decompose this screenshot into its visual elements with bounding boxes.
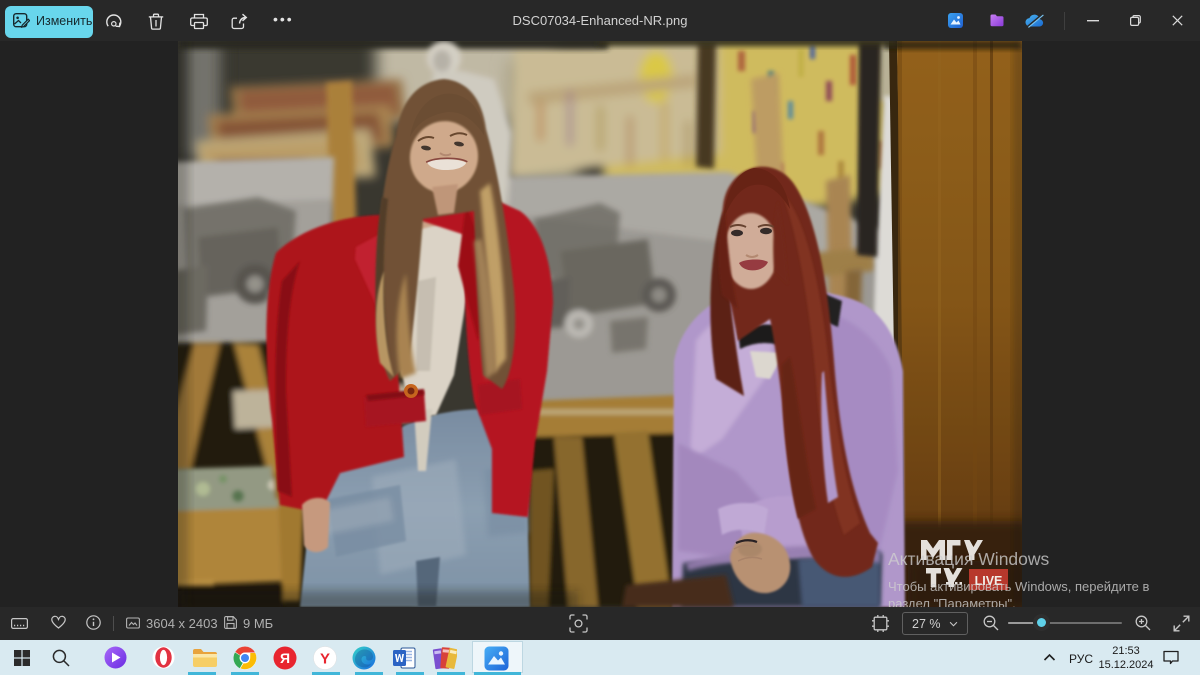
svg-text:Я: Я: [280, 650, 290, 666]
svg-text:Y: Y: [320, 651, 330, 668]
